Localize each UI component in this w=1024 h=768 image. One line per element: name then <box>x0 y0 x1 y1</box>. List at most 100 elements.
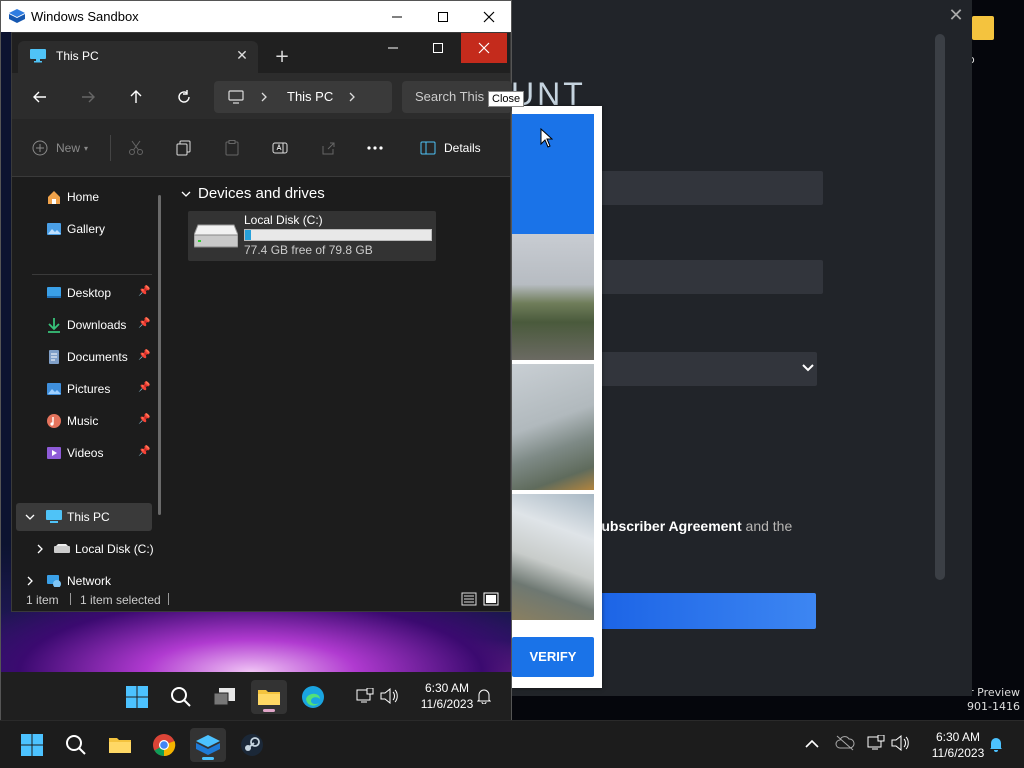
sidebar-item-downloads[interactable]: Downloads 📌 <box>16 311 152 339</box>
chevron-right-icon[interactable] <box>24 575 36 587</box>
sidebar-item-desktop[interactable]: Desktop 📌 <box>16 279 152 307</box>
sidebar-scrollbar[interactable] <box>158 195 161 515</box>
sidebar-item-home[interactable]: Home <box>16 183 152 211</box>
tab-close-icon[interactable]: ✕ <box>232 46 252 66</box>
verify-button[interactable]: VERIFY <box>512 637 594 677</box>
pin-icon[interactable]: 📌 <box>138 414 150 426</box>
share-icon <box>322 142 335 155</box>
edge-taskbar-button[interactable] <box>295 680 331 714</box>
captcha-tile-2[interactable] <box>512 364 594 490</box>
close-icon[interactable]: ✕ <box>946 6 966 26</box>
copy-button[interactable] <box>176 137 192 159</box>
explorer-close-button[interactable] <box>461 33 507 63</box>
pin-icon[interactable]: 📌 <box>138 318 150 330</box>
chrome-taskbar-button[interactable] <box>146 728 182 762</box>
command-bar: New ▾ Details <box>12 119 510 177</box>
captcha-tile-1[interactable] <box>512 234 594 360</box>
sidebar-item-gallery[interactable]: Gallery <box>16 215 152 243</box>
pin-icon[interactable]: 📌 <box>138 446 150 458</box>
close-icon <box>478 42 490 54</box>
group-header[interactable]: Devices and drives <box>180 185 325 202</box>
explorer-minimize-button[interactable] <box>370 33 416 63</box>
network-icon[interactable] <box>867 735 885 751</box>
tab-bar: This PC ✕ + <box>12 33 510 73</box>
drive-tile-local-disk[interactable]: Local Disk (C:) 77.4 GB free of 79.8 GB <box>188 211 436 261</box>
share-button[interactable] <box>320 137 336 159</box>
more-options-button[interactable] <box>366 137 384 159</box>
forward-button[interactable] <box>74 83 102 111</box>
volume-icon[interactable] <box>891 735 909 751</box>
sandbox-titlebar[interactable]: Windows Sandbox <box>1 1 511 32</box>
captcha-tile-3[interactable] <box>512 494 594 620</box>
task-view-button[interactable] <box>207 680 243 714</box>
search-icon <box>171 687 191 707</box>
clock-date: 11/6/2023 <box>420 697 474 711</box>
close-tooltip: Close <box>488 91 525 107</box>
chrome-icon <box>153 734 176 757</box>
cloud-offline-icon[interactable] <box>835 735 855 751</box>
explorer-maximize-button[interactable] <box>415 33 461 63</box>
country-select[interactable] <box>600 352 817 386</box>
back-button[interactable] <box>26 83 54 111</box>
volume-icon[interactable] <box>380 688 398 704</box>
refresh-button[interactable] <box>170 83 198 111</box>
chevron-up-icon[interactable] <box>805 739 819 749</box>
sidebar-item-pictures[interactable]: Pictures 📌 <box>16 375 152 403</box>
host-clock[interactable]: 6:30 AM 11/6/2023 <box>918 729 998 761</box>
tiles-view-icon[interactable] <box>483 591 499 607</box>
edge-icon <box>302 686 324 708</box>
details-view-icon[interactable] <box>461 591 477 607</box>
clipboard-icon <box>225 140 239 156</box>
pin-icon[interactable]: 📌 <box>138 286 150 298</box>
confirm-email-field[interactable] <box>600 260 823 294</box>
notification-bell-icon[interactable] <box>477 688 491 704</box>
steam-taskbar-button[interactable] <box>234 728 270 762</box>
file-explorer-taskbar-button[interactable] <box>102 728 138 762</box>
sidebar-item-videos[interactable]: Videos 📌 <box>16 439 152 467</box>
sidebar-item-documents[interactable]: Documents 📌 <box>16 343 152 371</box>
sandbox-clock[interactable]: 6:30 AM 11/6/2023 <box>407 680 487 712</box>
windows-logo-icon <box>21 734 43 756</box>
chevron-right-icon[interactable] <box>34 543 46 555</box>
sidebar-item-this-pc[interactable]: This PC <box>16 503 152 531</box>
network-icon[interactable] <box>356 688 374 704</box>
chevron-down-icon[interactable] <box>24 511 36 523</box>
desktop-folder-icon[interactable] <box>972 16 994 40</box>
divider <box>110 135 111 161</box>
chevron-right-icon[interactable] <box>348 92 356 102</box>
host-taskbar: 6:30 AM 11/6/2023 <box>0 720 1024 768</box>
tab-this-pc[interactable]: This PC ✕ <box>18 41 258 73</box>
subscriber-agreement-link[interactable]: Subscriber Agreement <box>592 518 742 534</box>
maximize-button[interactable] <box>420 1 466 32</box>
notification-bell-icon[interactable] <box>989 736 1003 752</box>
windows-logo-icon <box>126 686 148 708</box>
sidebar-item-music[interactable]: Music 📌 <box>16 407 152 435</box>
sandbox-taskbar-button[interactable] <box>190 728 226 762</box>
up-button[interactable] <box>122 83 150 111</box>
sidebar-item-local-disk[interactable]: Local Disk (C:) <box>16 535 156 563</box>
file-explorer-taskbar-button[interactable] <box>251 680 287 714</box>
rename-button[interactable] <box>272 137 288 159</box>
search-button[interactable] <box>163 680 199 714</box>
new-button[interactable]: New ▾ <box>32 137 88 159</box>
close-button[interactable] <box>466 1 512 32</box>
minimize-button[interactable] <box>374 1 420 32</box>
start-button[interactable] <box>119 680 155 714</box>
page-scrollbar[interactable] <box>935 34 945 580</box>
captcha-header <box>512 114 594 234</box>
email-field[interactable] <box>600 171 823 205</box>
pin-icon[interactable]: 📌 <box>138 382 150 394</box>
cut-button[interactable] <box>128 137 144 159</box>
start-button[interactable] <box>14 728 50 762</box>
pin-icon[interactable]: 📌 <box>138 350 150 362</box>
details-button[interactable]: Details <box>420 137 481 159</box>
clock-time: 6:30 AM <box>424 681 470 695</box>
new-tab-button[interactable]: + <box>270 45 294 69</box>
sidebar-item-label: Pictures <box>67 382 111 396</box>
paste-button[interactable] <box>224 137 240 159</box>
gallery-icon <box>46 221 62 237</box>
active-indicator <box>263 709 275 712</box>
search-button[interactable] <box>58 728 94 762</box>
address-bar[interactable]: This PC <box>214 81 392 113</box>
continue-button[interactable] <box>600 593 816 629</box>
